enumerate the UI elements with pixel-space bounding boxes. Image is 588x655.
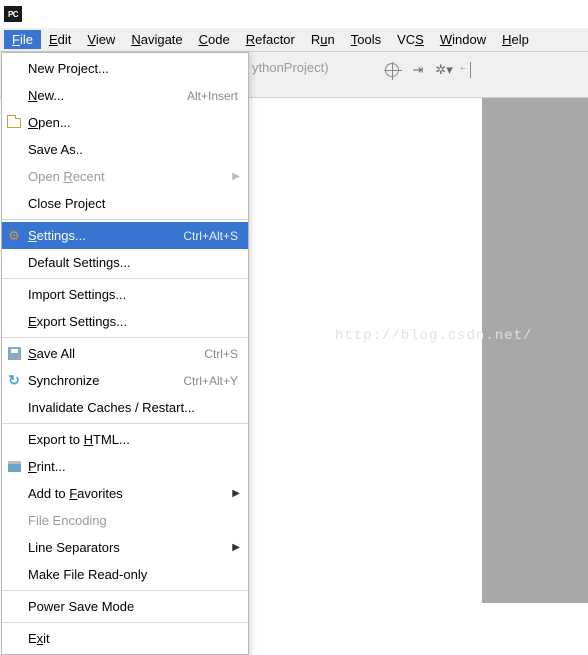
- menu-item-print[interactable]: Print...: [2, 453, 248, 480]
- menu-item-label: Power Save Mode: [28, 599, 238, 614]
- menu-run[interactable]: Run: [303, 30, 343, 49]
- menu-item-shortcut: Alt+Insert: [187, 89, 238, 103]
- menu-item-power-save-mode[interactable]: Power Save Mode: [2, 593, 248, 620]
- menu-item-new[interactable]: New...Alt+Insert: [2, 82, 248, 109]
- menu-item-open-recent: Open Recent▶: [2, 163, 248, 190]
- titlebar: PC: [0, 0, 588, 28]
- menu-item-export-settings[interactable]: Export Settings...: [2, 308, 248, 335]
- file-menu-dropdown: New Project... New...Alt+Insert Open... Sav…: [1, 52, 249, 655]
- menu-code[interactable]: Code: [191, 30, 238, 49]
- menu-item-label: Exit: [28, 631, 238, 646]
- menu-separator: [2, 278, 248, 279]
- menu-item-exit[interactable]: Exit: [2, 625, 248, 652]
- menu-item-label: Save As..: [28, 142, 238, 157]
- menu-item-label: Synchronize: [28, 373, 183, 388]
- menu-item-label: Print...: [28, 459, 238, 474]
- breadcrumb-text: ythonProject): [252, 60, 329, 75]
- menu-item-save-as[interactable]: Save As..: [2, 136, 248, 163]
- menu-item-shortcut: Ctrl+S: [204, 347, 238, 361]
- menu-edit[interactable]: Edit: [41, 30, 79, 49]
- menu-item-import-settings[interactable]: Import Settings...: [2, 281, 248, 308]
- menu-item-save-all[interactable]: Save AllCtrl+S: [2, 340, 248, 367]
- gear-icon: ⚙: [6, 228, 22, 244]
- menu-item-label: Open...: [28, 115, 238, 130]
- menu-item-label: File Encoding: [28, 513, 238, 528]
- right-gutter: [482, 98, 588, 603]
- menu-window[interactable]: Window: [432, 30, 494, 49]
- menu-item-make-file-read-only[interactable]: Make File Read-only: [2, 561, 248, 588]
- menu-item-add-to-favorites[interactable]: Add to Favorites▶: [2, 480, 248, 507]
- menu-item-label: Close Project: [28, 196, 238, 211]
- menu-item-label: Save All: [28, 346, 204, 361]
- submenu-arrow-icon: ▶: [232, 488, 240, 499]
- hide-icon[interactable]: [462, 62, 478, 78]
- menu-navigate[interactable]: Navigate: [123, 30, 190, 49]
- menu-file[interactable]: File: [4, 30, 41, 49]
- menu-view[interactable]: View: [79, 30, 123, 49]
- menu-item-open[interactable]: Open...: [2, 109, 248, 136]
- compress-icon[interactable]: ⇥: [410, 62, 426, 78]
- menu-item-synchronize[interactable]: ↻ SynchronizeCtrl+Alt+Y: [2, 367, 248, 394]
- menu-item-file-encoding: File Encoding: [2, 507, 248, 534]
- menu-item-invalidate-caches-restart[interactable]: Invalidate Caches / Restart...: [2, 394, 248, 421]
- menu-item-close-project[interactable]: Close Project: [2, 190, 248, 217]
- app-icon: PC: [4, 6, 22, 22]
- menu-item-label: New...: [28, 88, 187, 103]
- menubar: FileEditViewNavigateCodeRefactorRunTools…: [0, 28, 588, 52]
- menu-item-label: New Project...: [28, 61, 238, 76]
- menu-item-label: Make File Read-only: [28, 567, 238, 582]
- menu-separator: [2, 423, 248, 424]
- menu-tools[interactable]: Tools: [343, 30, 389, 49]
- submenu-arrow-icon: ▶: [232, 542, 240, 553]
- menu-refactor[interactable]: Refactor: [238, 30, 303, 49]
- menu-item-label: Default Settings...: [28, 255, 238, 270]
- folder-icon: [6, 115, 22, 131]
- save-icon: [6, 346, 22, 362]
- menu-separator: [2, 219, 248, 220]
- menu-item-label: Settings...: [28, 228, 183, 243]
- menu-item-label: Export to HTML...: [28, 432, 238, 447]
- menu-item-line-separators[interactable]: Line Separators▶: [2, 534, 248, 561]
- menu-item-shortcut: Ctrl+Alt+S: [183, 229, 238, 243]
- menu-vcs[interactable]: VCS: [389, 30, 432, 49]
- sync-icon: ↻: [6, 373, 22, 389]
- print-icon: [6, 459, 22, 475]
- menu-item-label: Line Separators: [28, 540, 238, 555]
- menu-item-export-to-html[interactable]: Export to HTML...: [2, 426, 248, 453]
- menu-item-label: Add to Favorites: [28, 486, 238, 501]
- crosshair-icon[interactable]: [384, 62, 400, 78]
- gear-dropdown-icon[interactable]: ✲▾: [436, 62, 452, 78]
- menu-item-label: Import Settings...: [28, 287, 238, 302]
- menu-help[interactable]: Help: [494, 30, 537, 49]
- submenu-arrow-icon: ▶: [232, 171, 240, 182]
- menu-separator: [2, 337, 248, 338]
- menu-item-label: Invalidate Caches / Restart...: [28, 400, 238, 415]
- menu-item-label: Export Settings...: [28, 314, 238, 329]
- menu-item-shortcut: Ctrl+Alt+Y: [183, 374, 238, 388]
- menu-separator: [2, 622, 248, 623]
- menu-item-label: Open Recent: [28, 169, 238, 184]
- menu-item-default-settings[interactable]: Default Settings...: [2, 249, 248, 276]
- menu-separator: [2, 590, 248, 591]
- menu-item-new-project[interactable]: New Project...: [2, 55, 248, 82]
- menu-item-settings[interactable]: ⚙ Settings...Ctrl+Alt+S: [2, 222, 248, 249]
